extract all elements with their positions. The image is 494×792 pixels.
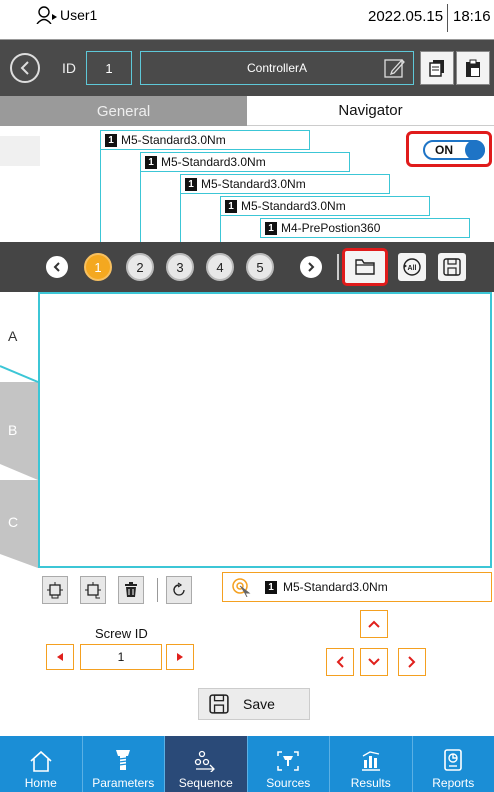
step-3[interactable]: 3 [166, 253, 194, 281]
screw-icon [116, 750, 131, 770]
insert-after-icon [85, 582, 101, 599]
bottom-nav: Home Parameters Sequence Sources Results… [0, 736, 494, 792]
nav-results[interactable]: Results [330, 736, 413, 792]
id-label: ID [62, 60, 76, 76]
chevron-right-icon [408, 656, 416, 668]
user-indicator[interactable]: User1 [36, 6, 97, 24]
side-tab-a[interactable]: A [0, 328, 38, 348]
toolbar-divider [337, 254, 339, 280]
step-1[interactable]: 1 [84, 253, 112, 281]
save-button[interactable]: Save [198, 688, 310, 720]
triangle-left-icon [57, 653, 63, 661]
next-step-button[interactable] [300, 256, 322, 278]
open-folder-button[interactable] [342, 248, 388, 286]
apply-all-button[interactable]: All [398, 253, 426, 281]
back-button[interactable] [10, 53, 40, 83]
delete-button[interactable] [118, 576, 144, 604]
tools-divider [157, 578, 158, 602]
nav-home[interactable]: Home [0, 736, 83, 792]
home-icon [30, 750, 52, 772]
toggle-knob [465, 140, 485, 160]
sequence-area: A B C [0, 292, 494, 570]
tree-connector [180, 194, 181, 242]
step-2[interactable]: 2 [126, 253, 154, 281]
nav-reports[interactable]: Reports [413, 736, 494, 792]
chevron-down-icon [368, 658, 380, 666]
screw-increment-button[interactable] [166, 644, 194, 670]
copy-icon [429, 60, 444, 77]
paste-button[interactable] [456, 51, 490, 85]
tree-connector [140, 172, 141, 242]
refresh-button[interactable] [166, 576, 192, 604]
tree-connector [220, 216, 221, 242]
nav-sequence[interactable]: Sequence [165, 736, 248, 792]
move-right-button[interactable] [398, 648, 426, 676]
reports-icon [444, 749, 463, 771]
status-bar: User1 2022.05.15 18:16 [0, 0, 494, 40]
target-cursor-icon [232, 578, 251, 597]
folder-icon [355, 259, 375, 275]
results-icon [361, 751, 380, 771]
insert-after-button[interactable] [80, 576, 106, 604]
chevron-left-icon [53, 262, 60, 272]
copy-button[interactable] [420, 51, 454, 85]
user-name: User1 [60, 7, 98, 23]
status-time: 18:16 [453, 8, 491, 25]
step-4[interactable]: 4 [206, 253, 234, 281]
tab-navigator[interactable]: Navigator [247, 96, 494, 126]
sequence-canvas[interactable] [38, 292, 492, 568]
screw-id-label: Screw ID [95, 626, 148, 641]
status-date: 2022.05.15 [368, 8, 444, 25]
screw-id-field[interactable]: 1 [80, 644, 162, 670]
chevron-up-icon [368, 620, 380, 628]
move-down-button[interactable] [360, 648, 388, 676]
tree-margin [0, 136, 40, 166]
sequence-icon [194, 750, 215, 772]
clipboard-icon [466, 59, 480, 77]
tab-bar: General Navigator [0, 96, 494, 126]
tab-general[interactable]: General [0, 96, 247, 126]
user-icon [36, 6, 57, 24]
controller-name-field[interactable]: ControllerA [140, 51, 414, 85]
prev-step-button[interactable] [46, 256, 68, 278]
step-5[interactable]: 5 [246, 253, 274, 281]
floppy-icon [209, 694, 229, 714]
header-bar: ID 1 ControllerA [0, 40, 494, 96]
bottom-tools: 1 M5-Standard3.0Nm Screw ID 1 Save [0, 570, 494, 730]
move-up-button[interactable] [360, 610, 388, 638]
navigator-tree: 1 M5-Standard3.0Nm 1 M5-Standard3.0Nm 1 M5-… [0, 126, 494, 242]
chevron-left-icon [20, 61, 29, 75]
tree-node[interactable]: 1 M5-Standard3.0Nm [180, 174, 390, 194]
triangle-right-icon [177, 653, 183, 661]
move-left-button[interactable] [326, 648, 354, 676]
tree-node[interactable]: 1 M5-Standard3.0Nm [140, 152, 350, 172]
nav-parameters[interactable]: Parameters [83, 736, 165, 792]
screw-decrement-button[interactable] [46, 644, 74, 670]
sources-icon [277, 751, 299, 771]
tree-connector [100, 150, 101, 242]
refresh-icon [173, 582, 185, 596]
id-field[interactable]: 1 [86, 51, 132, 85]
insert-before-button[interactable] [42, 576, 68, 604]
toggle-highlight: ON [406, 131, 492, 167]
chevron-right-icon [308, 262, 315, 272]
insert-before-icon [47, 582, 63, 599]
tree-node[interactable]: 1 M5-Standard3.0Nm [220, 196, 430, 216]
side-tab-c[interactable]: C [0, 514, 38, 534]
step-toolbar: 1 2 3 4 5 All [0, 242, 494, 292]
current-node-field[interactable]: 1 M5-Standard3.0Nm [222, 572, 492, 602]
status-divider [447, 4, 448, 32]
on-off-toggle[interactable]: ON [423, 140, 485, 160]
apply-all-icon: All [403, 258, 421, 276]
tree-node[interactable]: 1 M5-Standard3.0Nm [100, 130, 310, 150]
tree-node[interactable]: 1 M4-PrePostion360 [260, 218, 470, 238]
floppy-icon [443, 258, 461, 276]
trash-icon [125, 582, 137, 597]
svg-text:All: All [408, 265, 417, 272]
nav-sources[interactable]: Sources [248, 736, 330, 792]
side-tab-b[interactable]: B [0, 422, 38, 442]
save-step-button[interactable] [438, 253, 466, 281]
chevron-left-icon [336, 656, 344, 668]
edit-icon[interactable] [384, 57, 406, 79]
